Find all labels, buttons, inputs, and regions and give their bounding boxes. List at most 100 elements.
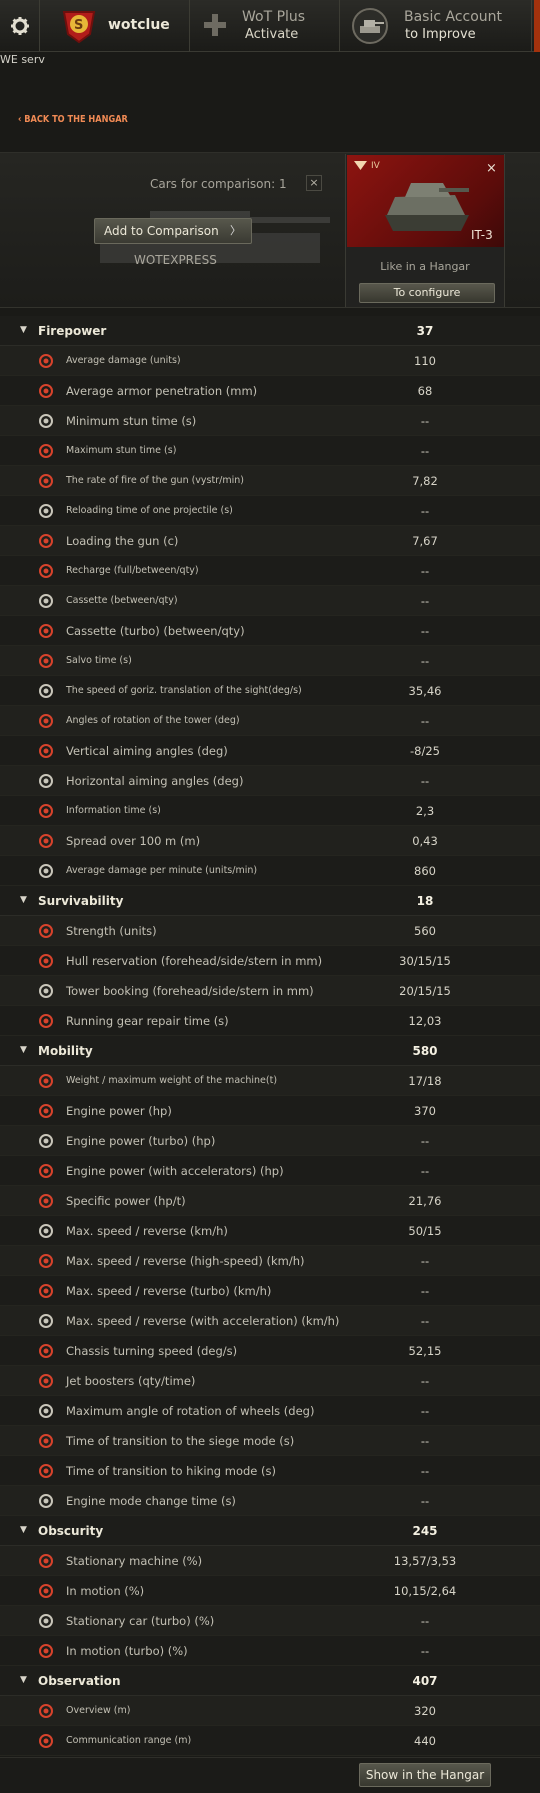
stat-row: Tower booking (forehead/side/stern in mm… (0, 976, 540, 1006)
stat-label: Specific power (hp/t) (66, 1194, 186, 1208)
vertical-angles-icon (39, 744, 53, 758)
collapse-arrow-icon: ▼ (20, 895, 27, 905)
chevron-right-icon: 〉 (230, 224, 241, 237)
stat-row: Engine power (with accelerators) (hp) -- (0, 1156, 540, 1186)
stat-value: -8/25 (410, 744, 440, 758)
back-to-hangar-link[interactable]: ‹ BACK TO THE HANGAR (18, 114, 128, 125)
stat-label: Engine mode change time (s) (66, 1494, 236, 1508)
settings-button[interactable] (0, 0, 40, 52)
section-score: 245 (412, 1524, 438, 1538)
stat-row: Max. speed / reverse (turbo) (km/h) -- (0, 1276, 540, 1306)
add-to-comparison-button[interactable]: Add to Comparison 〉 (94, 218, 252, 244)
speed-boost-icon (39, 1314, 53, 1328)
stat-value: 50/15 (408, 1224, 442, 1238)
stat-value: 560 (414, 924, 436, 938)
clear-comparison-button[interactable]: × (306, 175, 322, 191)
stat-label: Tower booking (forehead/side/stern in mm… (66, 984, 314, 998)
stat-row: Time of transition to the siege mode (s)… (0, 1426, 540, 1456)
stat-label: Information time (s) (66, 805, 161, 816)
stat-label: Engine power (with accelerators) (hp) (66, 1164, 284, 1178)
stat-row: Engine power (hp) 370 (0, 1096, 540, 1126)
stat-label: Average damage (units) (66, 355, 181, 366)
stun-max-icon (39, 444, 53, 458)
stat-row: Loading the gun (c) 7,67 (0, 526, 540, 556)
salvo-icon (39, 654, 53, 668)
plus-icon (204, 14, 226, 36)
stat-value: -- (420, 1404, 430, 1418)
section-rows: Overview (m) 320 Communication range (m) 44… (0, 1696, 540, 1756)
section-header[interactable]: ▼ Survivability 18 (0, 886, 540, 916)
stat-value: -- (420, 444, 430, 458)
stat-value: 68 (417, 384, 433, 398)
section-score: 18 (416, 894, 434, 908)
vehicle-card: IV IT-3 × Like in a Hangar To configure (345, 154, 505, 307)
wot-plus-button[interactable]: WoT Plus Activate (190, 0, 340, 52)
stat-row: Maximum stun time (s) -- (0, 436, 540, 466)
stat-value: 13,57/3,53 (393, 1554, 457, 1568)
premium-shop-edge[interactable] (534, 0, 540, 52)
configure-button[interactable]: To configure (359, 283, 495, 303)
stat-label: Communication range (m) (66, 1735, 192, 1746)
remove-vehicle-button[interactable]: × (486, 161, 497, 176)
section-header[interactable]: ▼ Observation 407 (0, 1666, 540, 1696)
vehicle-name: IT-3 (471, 228, 493, 242)
stats-table: ▼ Firepower 37 Average damage (units) 110 Ave… (0, 316, 540, 1756)
stat-row: Max. speed / reverse (km/h) 50/15 (0, 1216, 540, 1246)
stat-value: -- (420, 1254, 430, 1268)
stat-value: 370 (414, 1104, 436, 1118)
stat-value: 2,3 (415, 804, 435, 818)
stat-label: Vertical aiming angles (deg) (66, 744, 228, 758)
section-rows: Weight / maximum weight of the machine(t… (0, 1066, 540, 1516)
dispersion-icon (39, 834, 53, 848)
stat-label: Spread over 100 m (m) (66, 834, 201, 848)
stat-label: Max. speed / reverse (turbo) (km/h) (66, 1284, 272, 1298)
cassette-icon (39, 594, 53, 608)
camo-moving-turbo-icon (39, 1644, 53, 1658)
section-rows: Strength (units) 560 Hull reservation (for… (0, 916, 540, 1036)
camo-stationary-icon (39, 1554, 53, 1568)
back-to-hangar-label: BACK TO THE HANGAR (24, 114, 128, 125)
stat-row: Spread over 100 m (m) 0,43 (0, 826, 540, 856)
nation-flag: IV IT-3 × (347, 155, 504, 247)
stat-value: -- (420, 504, 430, 518)
chevron-left-icon: ‹ (18, 114, 22, 125)
stat-row: Minimum stun time (s) -- (0, 406, 540, 436)
stat-value: -- (420, 1614, 430, 1628)
section-header[interactable]: ▼ Mobility 580 (0, 1036, 540, 1066)
stat-row: Horizontal aiming angles (deg) -- (0, 766, 540, 796)
svg-text:S: S (74, 18, 83, 33)
account-upgrade-button[interactable]: Basic Account to Improve (340, 0, 532, 52)
account-action: to Improve (405, 27, 476, 42)
wot-plus-title: WoT Plus (242, 9, 306, 25)
engine-boost-icon (39, 1164, 53, 1178)
show-in-hangar-button[interactable]: Show in the Hangar (359, 1763, 491, 1787)
stat-value: 12,03 (408, 1014, 442, 1028)
section-header[interactable]: ▼ Obscurity 245 (0, 1516, 540, 1546)
damage-icon (39, 354, 53, 368)
stat-label: Max. speed / reverse (high-speed) (km/h) (66, 1254, 305, 1268)
repair-icon (39, 1014, 53, 1028)
aim-speed-icon (39, 684, 53, 698)
stat-label: Jet boosters (qty/time) (66, 1374, 196, 1388)
view-range-icon (39, 1704, 53, 1718)
engine-turbo-icon (39, 1134, 53, 1148)
comparison-server: WOTEXPRESS (134, 253, 217, 267)
account-tank-icon (352, 8, 388, 44)
comparison-count: Cars for comparison: 1 (150, 177, 287, 191)
section-name: Firepower (38, 324, 107, 338)
stat-row: Information time (s) 2,3 (0, 796, 540, 826)
stat-label: Chassis turning speed (deg/s) (66, 1344, 238, 1358)
stat-row: Running gear repair time (s) 12,03 (0, 1006, 540, 1036)
section-score: 37 (416, 324, 434, 338)
stat-label: Hull reservation (forehead/side/stern in… (66, 954, 323, 968)
stat-row: Engine mode change time (s) -- (0, 1486, 540, 1516)
user-profile-button[interactable]: S wotclue (40, 0, 190, 52)
stat-label: Average damage per minute (units/min) (66, 865, 258, 876)
stat-row: In motion (turbo) (%) -- (0, 1636, 540, 1666)
stat-label: Minimum stun time (s) (66, 414, 197, 428)
stat-value: 17/18 (408, 1074, 442, 1088)
siege-mode-icon (39, 1434, 53, 1448)
stat-value: -- (420, 1134, 430, 1148)
stat-label: In motion (turbo) (%) (66, 1644, 188, 1658)
section-header[interactable]: ▼ Firepower 37 (0, 316, 540, 346)
